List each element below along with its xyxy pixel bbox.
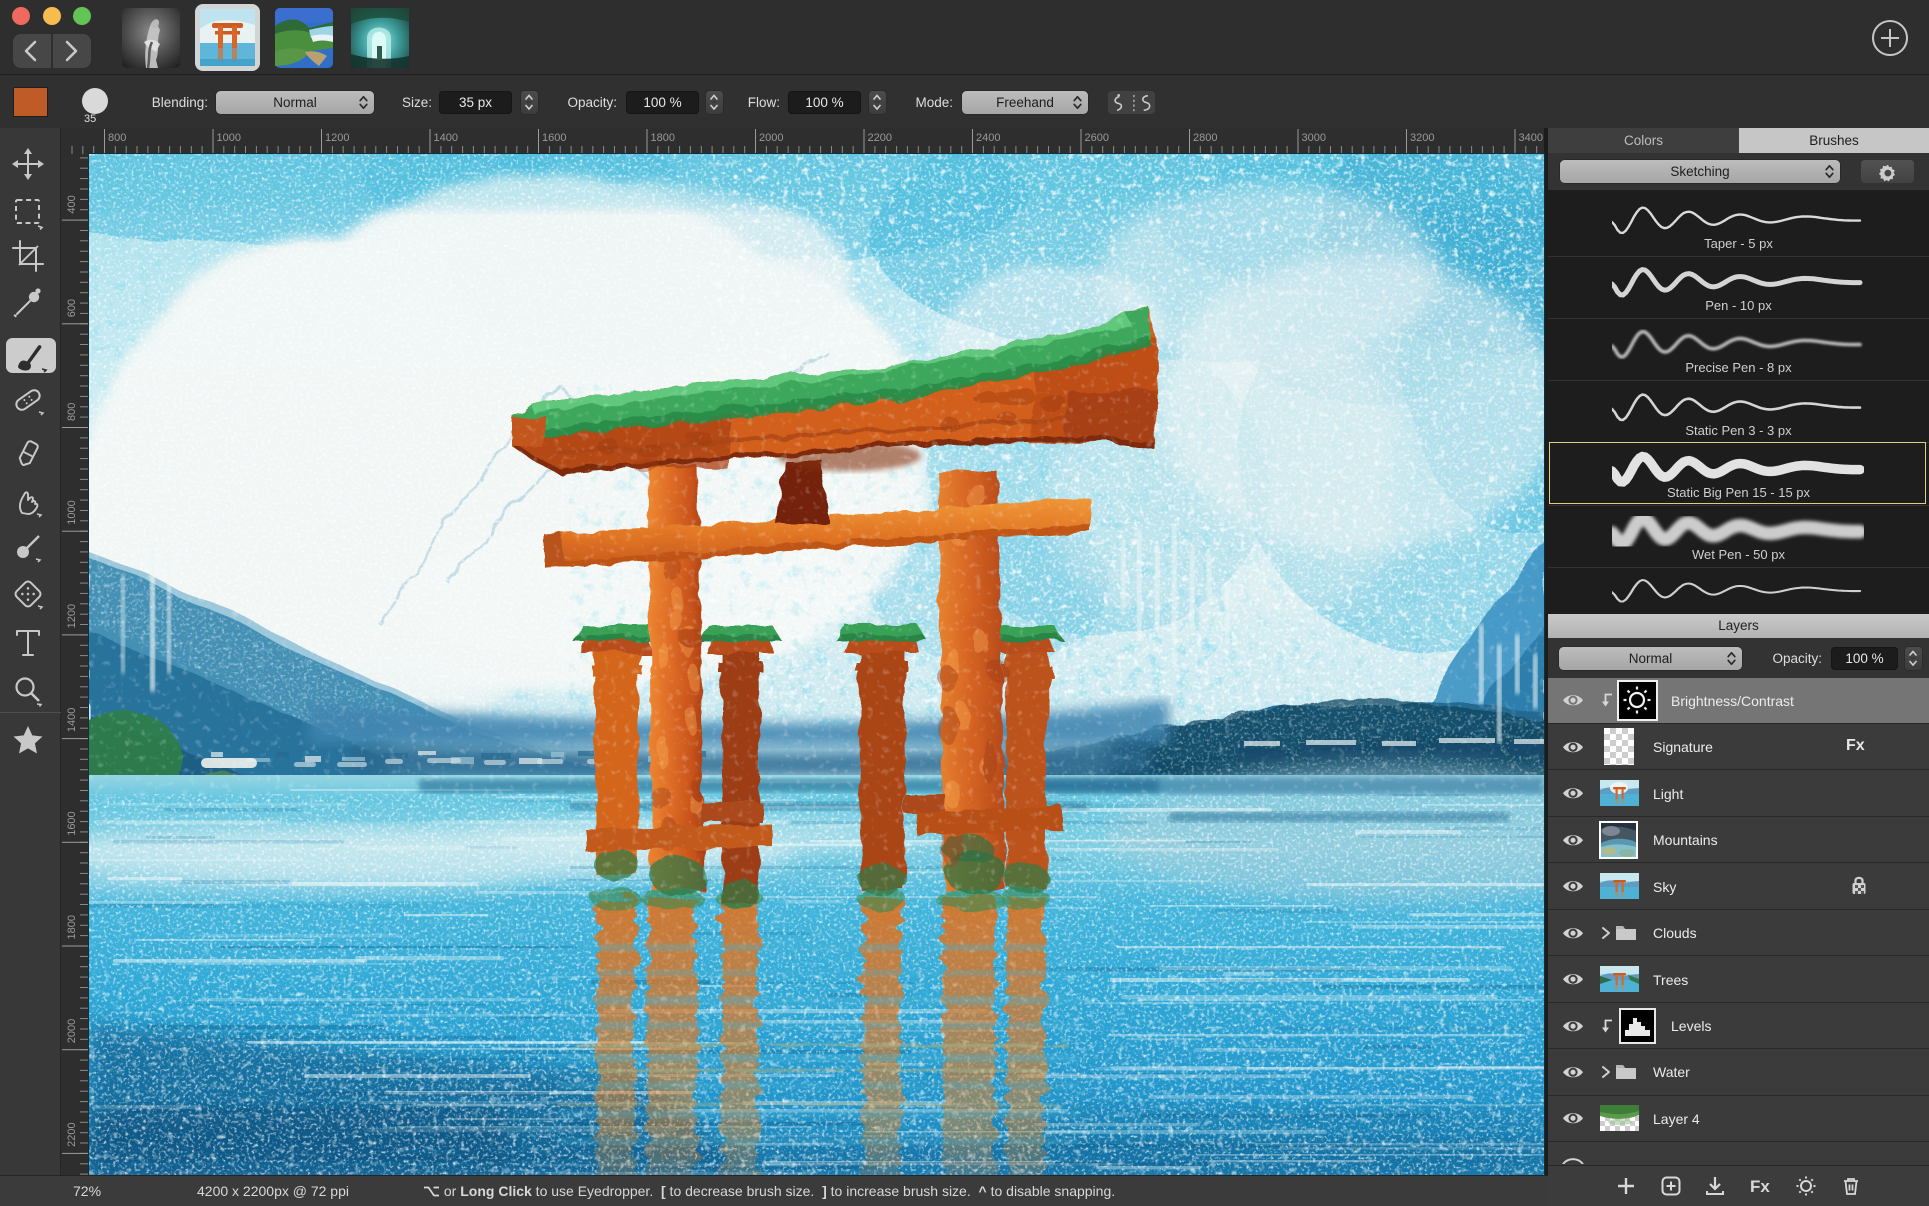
svg-text:2000: 2000: [66, 1019, 78, 1043]
svg-text:1000: 1000: [66, 500, 78, 524]
svg-text:1400: 1400: [66, 708, 78, 732]
svg-text:2400: 2400: [976, 132, 1000, 144]
svg-text:1400: 1400: [434, 132, 458, 144]
svg-text:2000: 2000: [759, 132, 783, 144]
svg-text:2800: 2800: [1193, 132, 1217, 144]
svg-text:800: 800: [108, 132, 126, 144]
svg-text:1200: 1200: [325, 132, 349, 144]
svg-text:2200: 2200: [66, 1122, 78, 1146]
svg-text:2600: 2600: [1085, 132, 1109, 144]
svg-text:Fx: Fx: [1750, 1177, 1770, 1196]
svg-text:3200: 3200: [1410, 132, 1434, 144]
svg-text:3000: 3000: [1302, 132, 1326, 144]
svg-text:600: 600: [66, 299, 78, 317]
svg-text:400: 400: [66, 195, 78, 213]
svg-text:1200: 1200: [66, 604, 78, 628]
svg-text:1600: 1600: [542, 132, 566, 144]
svg-text:1800: 1800: [651, 132, 675, 144]
svg-text:2200: 2200: [868, 132, 892, 144]
svg-text:800: 800: [66, 403, 78, 421]
svg-text:1600: 1600: [66, 811, 78, 835]
svg-text:1800: 1800: [66, 915, 78, 939]
svg-text:1000: 1000: [217, 132, 241, 144]
svg-text:3400: 3400: [1519, 132, 1543, 144]
